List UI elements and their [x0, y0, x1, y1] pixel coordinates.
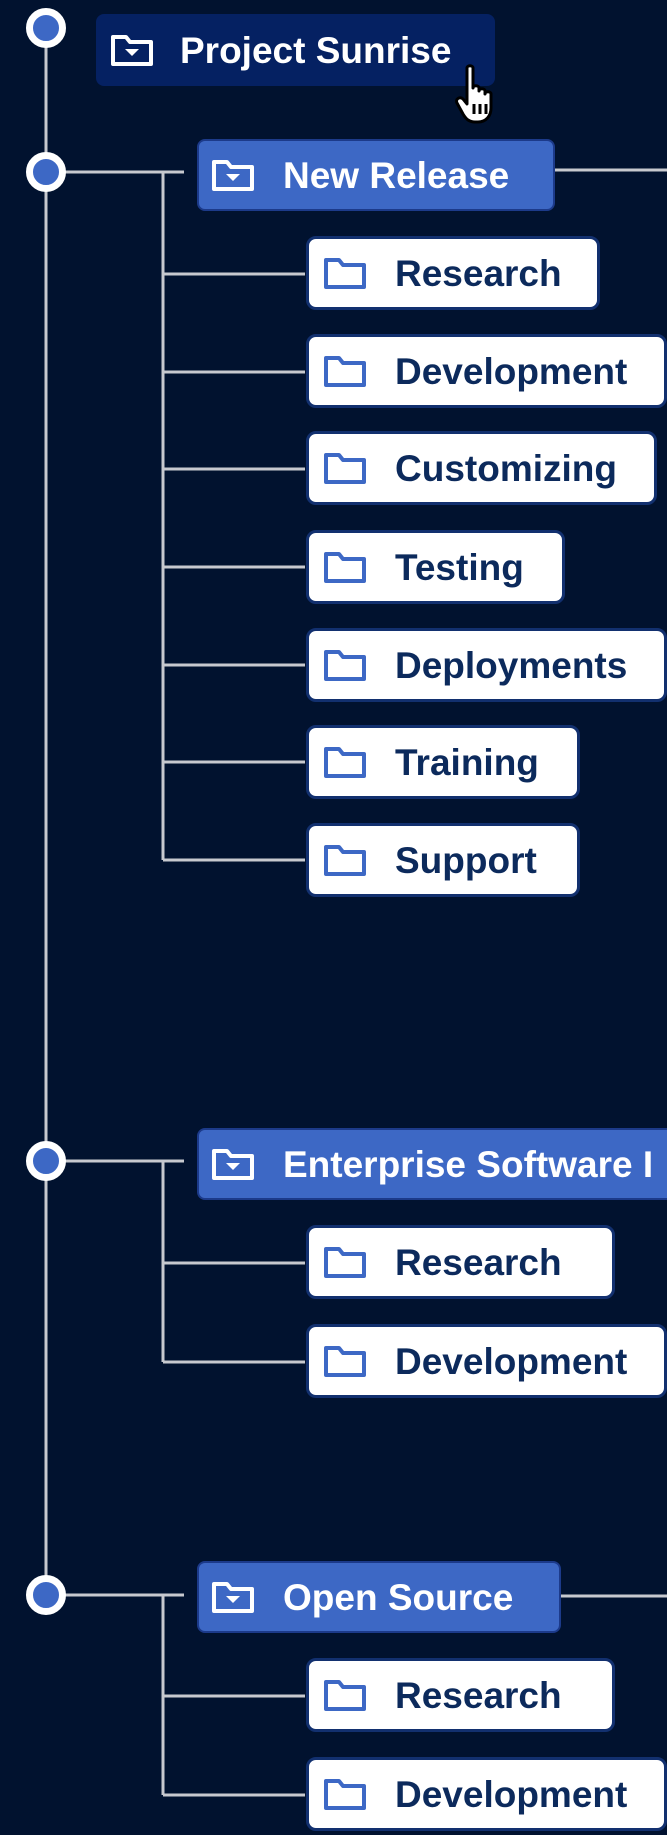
leaf-label: Deployments: [395, 644, 628, 686]
leaf-label: Customizing: [395, 447, 617, 489]
leaf-label: Research: [395, 1241, 562, 1283]
leaf-development[interactable]: Development: [306, 334, 667, 408]
leaf-testing[interactable]: Testing: [306, 530, 565, 604]
folder-icon: [323, 1245, 367, 1279]
tree-root-project-sunrise[interactable]: Project Sunrise: [96, 14, 495, 86]
folder-icon: [323, 745, 367, 779]
group-enterprise-software[interactable]: Enterprise Software I: [197, 1128, 667, 1200]
group-node-dot: [26, 1141, 66, 1181]
leaf-training[interactable]: Training: [306, 725, 580, 799]
group-node-dot: [26, 152, 66, 192]
folder-icon: [323, 648, 367, 682]
group-open-source[interactable]: Open Source: [197, 1561, 561, 1633]
folder-icon: [323, 451, 367, 485]
group-label: New Release: [283, 154, 510, 196]
folder-open-icon: [211, 158, 255, 192]
folder-open-icon: [110, 33, 154, 67]
hand-pointer-icon: [455, 64, 493, 124]
root-node-dot: [26, 8, 66, 48]
leaf-research[interactable]: Research: [306, 1225, 615, 1299]
group-label: Enterprise Software I: [283, 1143, 654, 1185]
leaf-label: Research: [395, 1674, 562, 1716]
leaf-label: Support: [395, 839, 537, 881]
folder-icon: [323, 1344, 367, 1378]
leaf-deployments[interactable]: Deployments: [306, 628, 667, 702]
folder-icon: [323, 843, 367, 877]
folder-icon: [323, 550, 367, 584]
folder-open-icon: [211, 1580, 255, 1614]
leaf-label: Development: [395, 1340, 628, 1382]
leaf-label: Research: [395, 252, 562, 294]
folder-icon: [323, 1777, 367, 1811]
folder-icon: [323, 354, 367, 388]
group-node-dot: [26, 1575, 66, 1615]
leaf-research[interactable]: Research: [306, 1658, 615, 1732]
group-new-release[interactable]: New Release: [197, 139, 555, 211]
folder-icon: [323, 256, 367, 290]
leaf-support[interactable]: Support: [306, 823, 580, 897]
folder-open-icon: [211, 1147, 255, 1181]
leaf-research[interactable]: Research: [306, 236, 600, 310]
root-label: Project Sunrise: [180, 29, 452, 71]
leaf-development[interactable]: Development: [306, 1757, 667, 1831]
folder-icon: [323, 1678, 367, 1712]
leaf-label: Development: [395, 350, 628, 392]
leaf-label: Training: [395, 741, 539, 783]
leaf-label: Testing: [395, 546, 524, 588]
group-label: Open Source: [283, 1576, 514, 1618]
leaf-development[interactable]: Development: [306, 1324, 667, 1398]
leaf-customizing[interactable]: Customizing: [306, 431, 657, 505]
leaf-label: Development: [395, 1773, 628, 1815]
